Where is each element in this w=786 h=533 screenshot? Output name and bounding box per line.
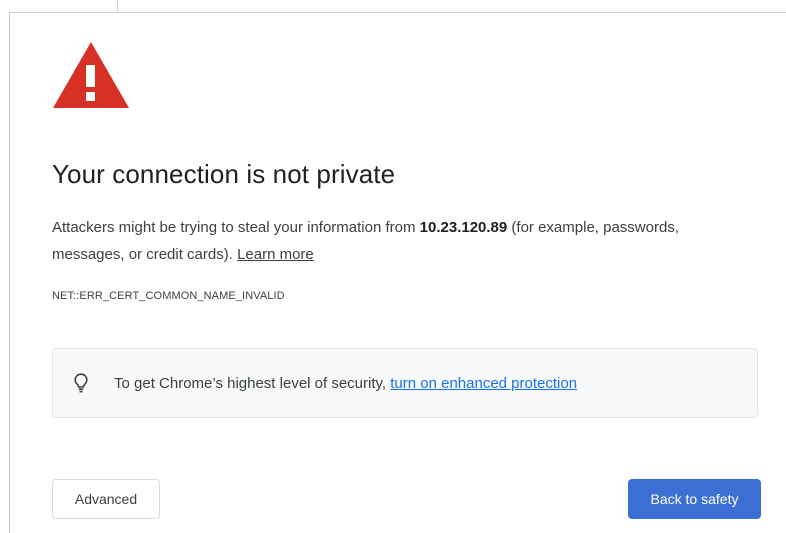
window-edge-left <box>9 12 10 533</box>
enhanced-protection-prefix: To get Chrome’s highest level of securit… <box>114 374 391 392</box>
lightbulb-icon <box>72 372 90 394</box>
host-address: 10.23.120.89 <box>419 219 508 236</box>
message-text-start: Attackers might be trying to steal your … <box>52 219 420 236</box>
error-code: NET::ERR_CERT_COMMON_NAME_INVALID <box>52 290 285 302</box>
enhanced-protection-link[interactable]: turn on enhanced protection <box>390 375 577 392</box>
interstitial-page: Your connection is not private Attackers… <box>0 0 786 533</box>
window-edge-tick <box>117 0 118 12</box>
learn-more-link[interactable]: Learn more <box>237 246 314 263</box>
window-edge-top <box>10 12 786 13</box>
warning-triangle-icon <box>52 41 130 109</box>
back-to-safety-button[interactable]: Back to safety <box>628 479 761 519</box>
enhanced-protection-text: To get Chrome’s highest level of securit… <box>114 375 577 392</box>
advanced-button[interactable]: Advanced <box>52 479 160 519</box>
page-title: Your connection is not private <box>52 159 396 189</box>
warning-message: Attackers might be trying to steal your … <box>52 214 752 268</box>
enhanced-protection-banner: To get Chrome’s highest level of securit… <box>52 348 758 418</box>
